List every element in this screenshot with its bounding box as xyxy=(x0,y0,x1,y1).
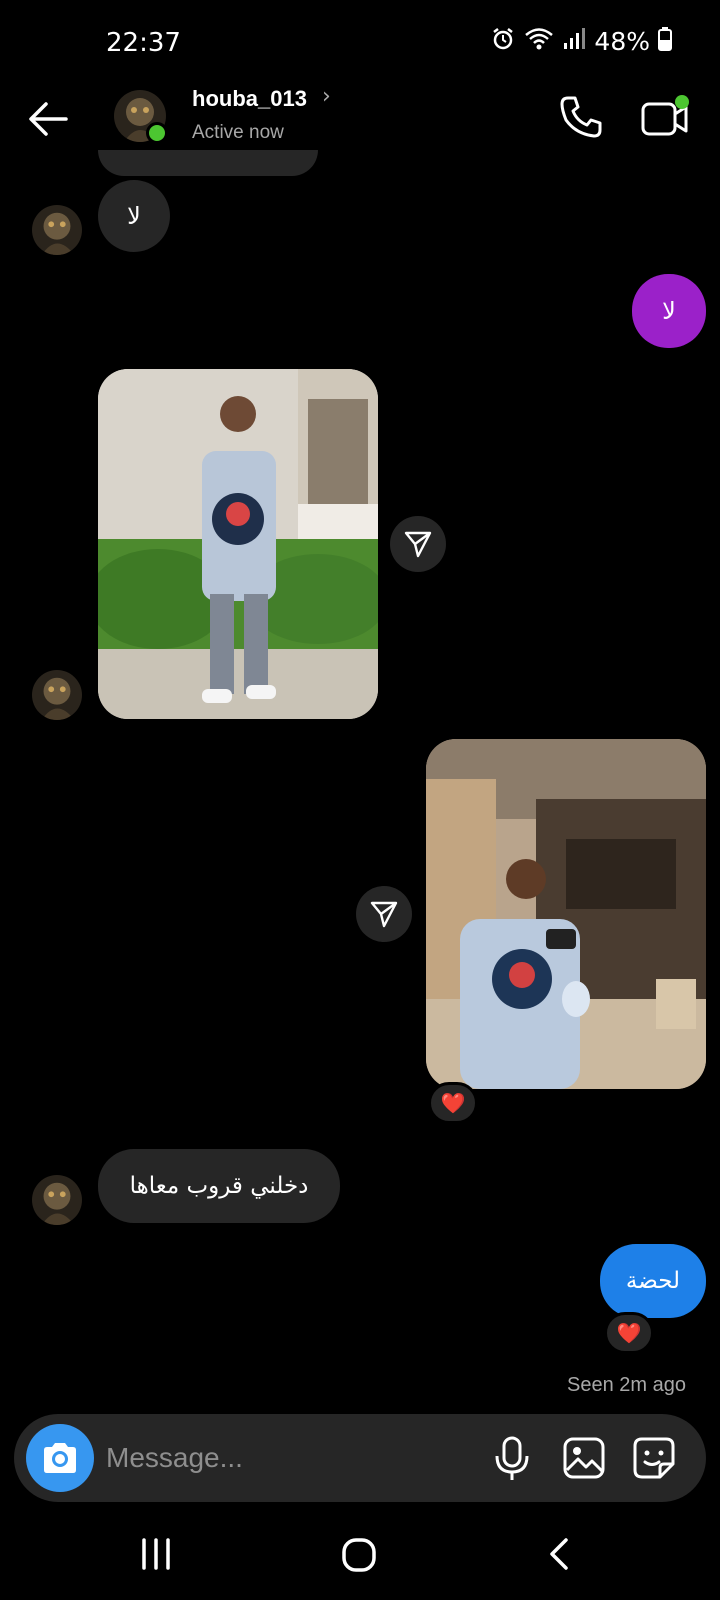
heart-icon: ❤️ xyxy=(440,1091,466,1115)
send-icon xyxy=(404,531,432,558)
status-icons: 48% xyxy=(490,26,672,56)
system-nav-bar xyxy=(0,1510,720,1600)
online-indicator xyxy=(146,122,168,144)
voice-message-button[interactable] xyxy=(492,1436,532,1482)
video-call-button[interactable] xyxy=(640,94,690,140)
share-button[interactable] xyxy=(356,886,412,942)
incoming-message[interactable]: لا xyxy=(98,180,170,252)
voice-call-button[interactable] xyxy=(558,94,604,140)
share-button[interactable] xyxy=(390,516,446,572)
outgoing-message[interactable]: لحضة xyxy=(600,1244,706,1318)
outgoing-photo[interactable] xyxy=(426,739,706,1089)
camera-button[interactable] xyxy=(26,1424,94,1492)
alarm-icon xyxy=(490,26,516,56)
microphone-icon xyxy=(495,1436,529,1480)
home-icon xyxy=(342,1538,376,1572)
back-icon xyxy=(550,1538,568,1570)
home-button[interactable] xyxy=(340,1536,378,1574)
incoming-photo[interactable] xyxy=(98,369,378,719)
contact-username[interactable]: houba_013 xyxy=(192,86,307,112)
heart-reaction[interactable]: ❤️ xyxy=(604,1312,654,1354)
gallery-icon xyxy=(563,1437,605,1479)
battery-text: 48% xyxy=(594,26,650,56)
heart-icon: ❤️ xyxy=(616,1321,642,1345)
message-composer xyxy=(14,1414,706,1502)
back-arrow-icon xyxy=(29,102,68,136)
status-bar: 22:37 48% xyxy=(0,0,720,80)
sender-avatar[interactable] xyxy=(32,670,82,720)
sticker-icon xyxy=(633,1437,675,1479)
wifi-icon xyxy=(524,26,554,56)
gallery-button[interactable] xyxy=(562,1436,606,1480)
back-button[interactable] xyxy=(26,98,72,140)
outgoing-message[interactable]: لا xyxy=(632,274,706,348)
incoming-message[interactable]: دخلني قروب معاها xyxy=(98,1149,340,1223)
video-call-icon xyxy=(641,95,689,136)
chat-header: houba_013 › Active now xyxy=(0,80,720,160)
phone-icon xyxy=(560,96,602,138)
sender-avatar[interactable] xyxy=(32,205,82,255)
sticker-button[interactable] xyxy=(632,1436,676,1480)
seen-status: Seen 2m ago xyxy=(567,1374,686,1396)
battery-icon xyxy=(658,27,672,55)
recent-apps-button[interactable] xyxy=(136,1536,176,1572)
heart-reaction[interactable]: ❤️ xyxy=(428,1082,478,1124)
message-input[interactable] xyxy=(106,1434,466,1482)
clock: 22:37 xyxy=(106,28,181,58)
recent-apps-icon xyxy=(142,1538,170,1570)
signal-icon xyxy=(562,26,586,56)
message-bubble-partial xyxy=(98,150,318,176)
chevron-right-icon[interactable]: › xyxy=(322,84,331,109)
send-icon xyxy=(370,901,398,928)
camera-icon xyxy=(44,1443,76,1473)
system-back-button[interactable] xyxy=(546,1536,572,1572)
sender-avatar[interactable] xyxy=(32,1175,82,1225)
active-status: Active now xyxy=(192,122,284,143)
